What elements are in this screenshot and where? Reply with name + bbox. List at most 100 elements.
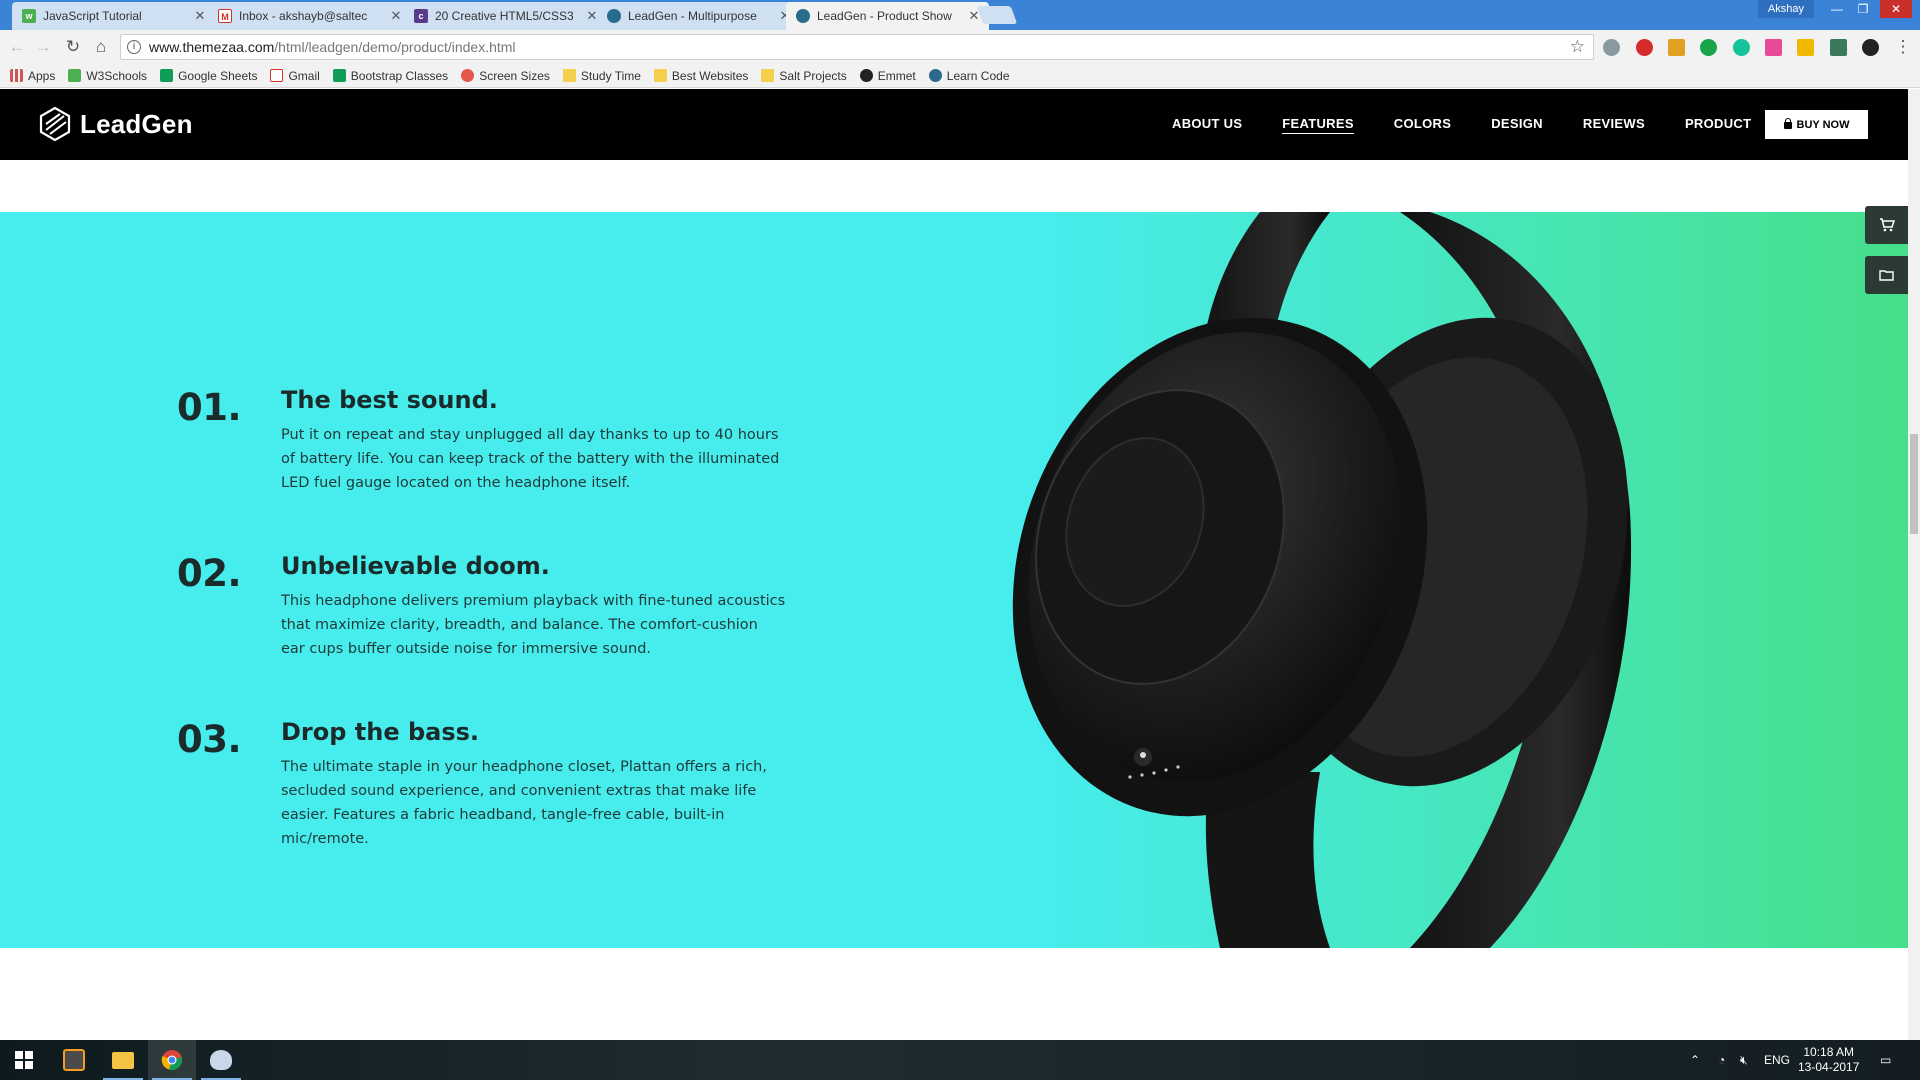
- address-bar[interactable]: i www.themezaa.com/html/leadgen/demo/pro…: [120, 34, 1594, 60]
- gear-ext-icon: [461, 69, 475, 82]
- bookmark-label: Google Sheets: [178, 68, 258, 83]
- ruler-icon[interactable]: [1668, 39, 1685, 56]
- feature-description: Put it on repeat and stay unplugged all …: [281, 427, 780, 491]
- forward-icon[interactable]: →: [32, 36, 54, 58]
- windows-logo-icon: [15, 1051, 33, 1069]
- nav-product[interactable]: PRODUCT: [1685, 116, 1751, 133]
- cart-button[interactable]: [1865, 206, 1908, 244]
- bookmark-gmail[interactable]: Gmail: [270, 68, 320, 83]
- bookmark-best-websites[interactable]: Best Websites: [653, 69, 748, 83]
- folder-button[interactable]: [1865, 256, 1908, 294]
- codrops-icon: c: [414, 9, 428, 23]
- site-logo[interactable]: LeadGen: [38, 106, 193, 142]
- language-indicator[interactable]: ENG: [1764, 1040, 1790, 1080]
- bookmark-apps[interactable]: Apps: [10, 69, 55, 83]
- folder-icon: [1879, 270, 1894, 281]
- page-viewport: LeadGen ABOUT US FEATURES COLORS DESIGN …: [0, 89, 1908, 1040]
- bookmark-learn-code[interactable]: Learn Code: [928, 69, 1010, 83]
- windows-taskbar: ⌃ ◔ 🔇︎ ENG 10:18 AM 13-04-2017 ▭: [0, 1040, 1920, 1080]
- network-icon[interactable]: ◔: [1718, 1040, 1725, 1080]
- nav-reviews[interactable]: REVIEWS: [1583, 116, 1645, 133]
- sublime-text-app[interactable]: [50, 1040, 98, 1080]
- profile-button[interactable]: Akshay: [1757, 0, 1814, 18]
- bookmark-star-icon[interactable]: ☆: [1570, 35, 1585, 59]
- bookmark-label: Study Time: [580, 68, 641, 83]
- chrome-app[interactable]: [148, 1040, 196, 1080]
- w3schools-icon: w: [22, 9, 36, 23]
- nav-design[interactable]: DESIGN: [1491, 116, 1543, 133]
- nav-about-us[interactable]: ABOUT US: [1172, 116, 1242, 133]
- nav-features[interactable]: FEATURES: [1282, 116, 1354, 134]
- show-hidden-icons[interactable]: ⌃: [1690, 1040, 1700, 1080]
- bookmark-w3schools[interactable]: W3Schools: [68, 69, 147, 83]
- url-host: www.themezaa.com: [149, 39, 275, 55]
- bookmark-google-sheets[interactable]: Google Sheets: [160, 69, 257, 83]
- info-icon[interactable]: i: [127, 40, 141, 54]
- grammarly-icon[interactable]: [1733, 39, 1750, 56]
- browser-tab[interactable]: LeadGen - Multipurpose ✕: [597, 2, 800, 30]
- bookmark-bootstrap-classes[interactable]: Bootstrap Classes: [332, 68, 449, 83]
- buy-now-button[interactable]: BUY NOW: [1765, 110, 1868, 139]
- bookmark-label: Emmet: [877, 68, 916, 83]
- buy-now-label: BUY NOW: [1796, 118, 1850, 131]
- menu-icon[interactable]: ⋮: [1892, 36, 1914, 58]
- tab-title: JavaScript Tutorial: [43, 9, 142, 23]
- scrollbar-thumb[interactable]: [1910, 434, 1918, 534]
- logo-text: LeadGen: [80, 108, 193, 139]
- feature-number: 02.: [177, 552, 242, 595]
- adblock-icon[interactable]: [1636, 39, 1653, 56]
- browser-tab[interactable]: w JavaScript Tutorial ✕: [12, 2, 215, 30]
- bookmark-study-time[interactable]: Study Time: [562, 68, 641, 83]
- system-clock[interactable]: 10:18 AM 13-04-2017: [1798, 1045, 1859, 1075]
- bookmark-salt-projects[interactable]: Salt Projects: [761, 69, 847, 83]
- action-center-icon[interactable]: ▭: [1880, 1040, 1891, 1080]
- home-icon[interactable]: ⌂: [90, 36, 112, 58]
- pink-ext-icon[interactable]: [1765, 39, 1782, 56]
- close-icon[interactable]: ✕: [389, 8, 403, 24]
- page-scrollbar[interactable]: [1908, 89, 1920, 1040]
- leadgen-icon: [928, 69, 942, 82]
- folder-icon: [112, 1051, 134, 1069]
- browser-tab-active[interactable]: LeadGen - Product Show ✕: [786, 2, 989, 30]
- start-button[interactable]: [0, 1040, 48, 1080]
- minimize-icon[interactable]: —: [1824, 0, 1850, 18]
- tab-title: 20 Creative HTML5/CSS3: [435, 9, 574, 23]
- bookmark-emmet[interactable]: Emmet: [859, 68, 916, 83]
- bag-icon: [1783, 118, 1792, 129]
- reload-icon[interactable]: ↻: [62, 36, 84, 58]
- new-tab-button[interactable]: [976, 6, 1018, 24]
- cart-icon: [1879, 218, 1895, 232]
- browser-tab[interactable]: c 20 Creative HTML5/CSS3 ✕: [404, 2, 607, 30]
- apps-grid-icon: [10, 69, 23, 82]
- clock-date: 13-04-2017: [1798, 1060, 1860, 1074]
- recycle-icon[interactable]: [1603, 39, 1620, 56]
- bookmark-label: Gmail: [288, 68, 320, 83]
- window-close-icon[interactable]: ✕: [1880, 0, 1912, 18]
- bookmark-screen-sizes[interactable]: Screen Sizes: [461, 69, 550, 83]
- paint-app[interactable]: [197, 1040, 245, 1080]
- vue-icon[interactable]: [1830, 39, 1847, 56]
- chrome-icon: [161, 1050, 182, 1070]
- bookmark-label: Apps: [28, 68, 56, 83]
- feature-title: Drop the bass.: [281, 718, 480, 746]
- dark-ext-icon[interactable]: [1862, 39, 1879, 56]
- evernote-icon[interactable]: [1700, 39, 1717, 56]
- browser-tab[interactable]: M Inbox - akshayb@saltec ✕: [208, 2, 411, 30]
- back-icon[interactable]: ←: [6, 36, 28, 58]
- close-icon[interactable]: ✕: [193, 8, 207, 24]
- nav-colors[interactable]: COLORS: [1394, 116, 1451, 133]
- volume-muted-icon[interactable]: 🔇︎: [1740, 1040, 1748, 1080]
- bookmark-label: W3Schools: [86, 68, 148, 83]
- star-ext-icon[interactable]: [1797, 39, 1814, 56]
- bookmark-label: Screen Sizes: [479, 68, 550, 83]
- restore-icon[interactable]: ❐: [1850, 0, 1876, 18]
- bookmark-label: Bootstrap Classes: [350, 68, 449, 83]
- feature-title: Unbelievable doom.: [281, 552, 550, 580]
- paint-icon: [210, 1050, 232, 1070]
- feature-title: The best sound.: [281, 386, 498, 414]
- main-nav: ABOUT US FEATURES COLORS DESIGN REVIEWS …: [1172, 89, 1791, 160]
- feature-description: The ultimate staple in your headphone cl…: [281, 759, 767, 847]
- features-section: 01. The best sound. Put it on repeat and…: [0, 212, 1908, 948]
- file-explorer-app[interactable]: [99, 1040, 147, 1080]
- tab-title: LeadGen - Multipurpose: [628, 9, 757, 23]
